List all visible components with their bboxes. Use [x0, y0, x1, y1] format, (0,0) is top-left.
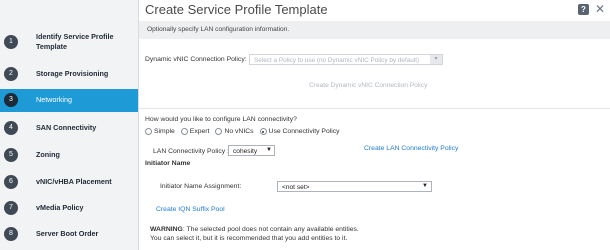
step-number: 3	[4, 93, 18, 107]
warning-line1: WARNING: The selected pool does not cont…	[150, 226, 359, 233]
sidebar-step-vnic-vhba-placement[interactable]: 6 vNIC/vHBA Placement	[0, 170, 138, 194]
wizard-sidebar: 1 Identify Service Profile Template 2 Sto…	[0, 0, 139, 250]
sidebar-step-zoning[interactable]: 5 Zoning	[0, 143, 138, 167]
create-iqn-suffix-pool-link[interactable]: Create IQN Suffix Pool	[156, 206, 225, 213]
close-icon[interactable]: ✕	[595, 2, 605, 16]
step-label: Storage Provisioning	[36, 69, 109, 78]
step-number: 1	[4, 35, 18, 49]
radio-expert[interactable]: Expert	[180, 128, 210, 135]
warning-line2: You can select it, but it is recommended…	[150, 235, 348, 242]
lan-mode-radio-group: Simple Expert No vNICs Use Connectivity …	[145, 128, 346, 135]
step-label: Identify Service Profile Template	[36, 32, 114, 51]
radio-label: Expert	[189, 128, 210, 135]
radio-button[interactable]	[180, 128, 188, 135]
radio-button-selected[interactable]	[259, 128, 267, 135]
lan-question: How would you like to configure LAN conn…	[145, 116, 297, 123]
chevron-down-icon: ▼	[422, 183, 428, 189]
sidebar-step-san-connectivity[interactable]: 4 SAN Connectivity	[0, 116, 138, 140]
radio-simple[interactable]: Simple	[145, 128, 175, 135]
step-number: 5	[4, 148, 18, 162]
subtitle-bar: Optionally specify LAN configuration inf…	[139, 21, 610, 39]
divider	[139, 108, 610, 109]
dynamic-vnic-label: Dynamic vNIC Connection Policy:	[145, 56, 247, 63]
radio-use-connectivity-policy[interactable]: Use Connectivity Policy	[259, 128, 340, 135]
radio-label: No vNICs	[224, 128, 254, 135]
warning-text: : The selected pool does not contain any…	[182, 226, 359, 233]
radio-no-vnics[interactable]: No vNICs	[215, 128, 254, 135]
step-number: 4	[4, 121, 18, 135]
step-label: SAN Connectivity	[36, 123, 97, 132]
sidebar-step-server-boot-order[interactable]: 8 Server Boot Order	[0, 222, 138, 246]
create-dynamic-vnic-link[interactable]: Create Dynamic vNIC Connection Policy	[309, 82, 427, 89]
create-lan-connectivity-policy-link[interactable]: Create LAN Connectivity Policy	[364, 145, 458, 152]
lan-connectivity-policy-label: LAN Connectivity Policy :	[153, 148, 229, 155]
wizard-main: Create Service Profile Template ? ✕ Opti…	[139, 0, 610, 250]
sidebar-step-identify[interactable]: 1 Identify Service Profile Template	[0, 25, 138, 59]
warning-title: WARNING	[150, 226, 183, 233]
step-label: Networking	[36, 95, 72, 104]
initiator-name-assignment-label: Initiator Name Assignment:	[160, 183, 242, 190]
step-number: 8	[4, 227, 18, 241]
chevron-down-icon: ▼	[266, 147, 272, 153]
step-number: 2	[4, 67, 18, 81]
initiator-section-title: Initiator Name	[145, 160, 191, 167]
sidebar-step-storage-provisioning[interactable]: 2 Storage Provisioning	[0, 62, 138, 86]
step-number: 7	[4, 201, 18, 215]
step-label: vNIC/vHBA Placement	[36, 177, 112, 186]
step-label: vMedia Policy	[36, 203, 84, 212]
subtitle-text: Optionally specify LAN configuration inf…	[147, 26, 290, 33]
sidebar-step-vmedia-policy[interactable]: 7 vMedia Policy	[0, 196, 138, 220]
radio-label: Simple	[154, 128, 175, 135]
dynamic-vnic-policy-select[interactable]: Select a Policy to use (no Dynamic vNIC …	[249, 54, 443, 65]
radio-button[interactable]	[145, 128, 152, 135]
radio-label: Use Connectivity Policy	[268, 128, 340, 135]
sidebar-step-networking[interactable]: 3 Networking	[0, 89, 138, 112]
initiator-name-assignment-select[interactable]: <not set>	[277, 181, 432, 192]
step-label: Server Boot Order	[36, 229, 99, 238]
dialog-title: Create Service Profile Template	[145, 2, 328, 17]
radio-button[interactable]	[215, 128, 223, 135]
chevron-down-icon: ▾	[430, 55, 442, 64]
help-icon[interactable]: ?	[578, 4, 589, 15]
step-number: 6	[4, 175, 18, 189]
step-label: Zoning	[36, 150, 60, 159]
